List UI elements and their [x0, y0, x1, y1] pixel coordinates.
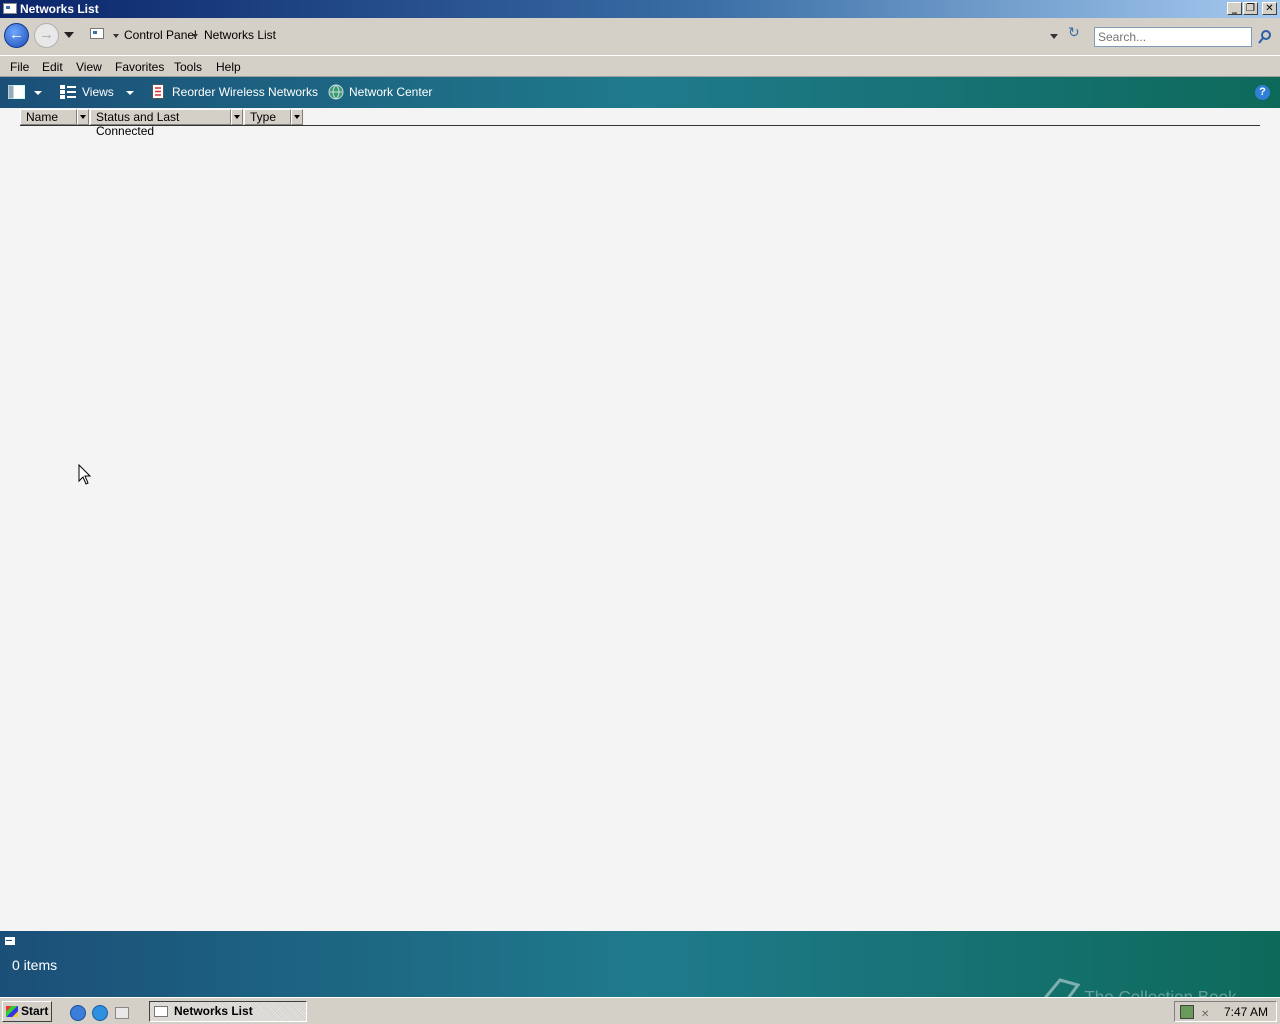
menu-help[interactable]: Help — [216, 60, 241, 74]
forward-button[interactable]: → — [34, 23, 59, 48]
network-center-icon — [328, 84, 344, 100]
menu-view[interactable]: View — [76, 60, 102, 74]
breadcrumb-networks-list[interactable]: Networks List — [204, 28, 276, 42]
recent-pages-dropdown[interactable] — [64, 32, 74, 38]
refresh-icon[interactable]: ↻ — [1068, 26, 1080, 40]
views-icon — [60, 85, 76, 99]
taskbar-item-networks-list[interactable]: Networks List — [149, 1001, 307, 1022]
command-bar: Views Reorder Wireless Networks Network … — [0, 77, 1280, 108]
views-dropdown-icon[interactable] — [126, 91, 134, 95]
network-tray-icon[interactable] — [1180, 1005, 1194, 1019]
column-type[interactable]: Type — [244, 109, 291, 125]
address-toolbar: ← → Control Panel Networks List — [0, 18, 1280, 55]
menu-favorites[interactable]: Favorites — [115, 60, 164, 74]
organize-dropdown-icon[interactable] — [34, 91, 42, 95]
chevron-down-icon[interactable] — [113, 34, 119, 38]
search-icon[interactable] — [1257, 29, 1273, 45]
column-type-filter-icon[interactable] — [291, 109, 303, 125]
address-bar[interactable]: Control Panel Networks List — [84, 24, 1064, 46]
window-icon — [3, 3, 17, 14]
menu-edit[interactable]: Edit — [42, 60, 63, 74]
column-name[interactable]: Name — [20, 109, 77, 125]
ie-icon[interactable] — [70, 1005, 86, 1021]
address-dropdown-icon[interactable] — [1050, 34, 1058, 39]
menu-bar: File Edit View Favorites Tools Help — [0, 55, 1280, 77]
layout-icon[interactable] — [8, 85, 25, 99]
mouse-cursor-icon — [78, 464, 92, 485]
system-tray: ✕ 7:47 AM — [1174, 1001, 1277, 1022]
taskbar: Start Networks List ✕ 7:47 AM — [0, 997, 1280, 1024]
search-input[interactable] — [1094, 27, 1252, 47]
menu-tools[interactable]: Tools — [174, 60, 202, 74]
breadcrumb-control-panel[interactable]: Control Panel — [124, 28, 197, 42]
reorder-icon — [152, 84, 164, 99]
views-button[interactable]: Views — [82, 85, 114, 99]
close-button[interactable]: ✕ — [1262, 2, 1277, 15]
disconnected-tray-icon[interactable]: ✕ — [1201, 1010, 1209, 1020]
column-status[interactable]: Status and Last Connected — [90, 109, 231, 138]
title-bar: Networks List _ ❐ ✕ — [0, 0, 1280, 18]
details-toggle-icon[interactable] — [5, 937, 15, 945]
column-status-filter-icon[interactable] — [231, 109, 243, 125]
clock[interactable]: 7:47 AM — [1224, 1005, 1268, 1019]
window-title: Networks List — [20, 2, 99, 16]
chevron-down-icon[interactable] — [192, 34, 198, 38]
help-icon[interactable]: ? — [1255, 85, 1270, 100]
menu-file[interactable]: File — [10, 60, 29, 74]
minimize-button[interactable]: _ — [1227, 2, 1242, 15]
restore-button[interactable]: ❐ — [1243, 2, 1258, 15]
start-button[interactable]: Start — [2, 1001, 52, 1022]
control-panel-icon — [90, 28, 104, 39]
show-desktop-icon[interactable] — [115, 1007, 129, 1019]
column-name-filter-icon[interactable] — [77, 109, 89, 125]
item-count: 0 items — [12, 957, 58, 973]
network-center-button[interactable]: Network Center — [349, 85, 432, 99]
ie-alt-icon[interactable] — [92, 1005, 108, 1021]
reorder-wireless-networks-button[interactable]: Reorder Wireless Networks — [172, 85, 318, 99]
back-button[interactable]: ← — [4, 23, 29, 48]
column-header-row: Name Status and Last Connected Type — [20, 109, 1260, 138]
file-list[interactable] — [0, 127, 1280, 931]
